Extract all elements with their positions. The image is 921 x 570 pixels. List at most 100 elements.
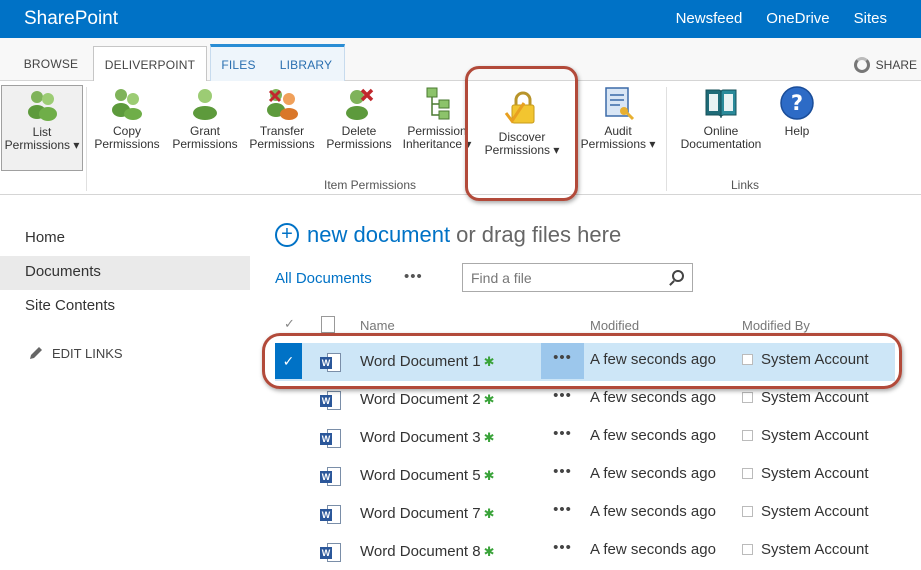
suite-link-sites[interactable]: Sites bbox=[854, 10, 887, 27]
user-icon bbox=[193, 89, 217, 120]
row-name-link[interactable]: Word Document 8 ✱ bbox=[360, 543, 495, 560]
search-icon[interactable] bbox=[672, 270, 684, 282]
row-modified-by[interactable]: System Account bbox=[742, 465, 869, 482]
row-modified-by[interactable]: System Account bbox=[742, 389, 869, 406]
online-documentation-button[interactable]: Online Documentation bbox=[672, 85, 770, 151]
table-row[interactable]: W Word Document 8 ✱ ••• A few seconds ago… bbox=[275, 533, 895, 570]
row-more-button[interactable]: ••• bbox=[541, 457, 584, 493]
word-file-icon: W bbox=[320, 467, 342, 486]
row-name-link[interactable]: Word Document 5 ✱ bbox=[360, 467, 495, 484]
row-name-link[interactable]: Word Document 3 ✱ bbox=[360, 429, 495, 446]
tab-browse[interactable]: BROWSE bbox=[14, 46, 88, 81]
new-item-icon: ✱ bbox=[483, 430, 495, 445]
word-file-icon: W bbox=[320, 543, 342, 562]
edit-links-label: EDIT LINKS bbox=[52, 345, 123, 361]
row-name-link[interactable]: Word Document 7 ✱ bbox=[360, 505, 495, 522]
permission-inheritance-line2: Inheritance ▾ bbox=[402, 137, 472, 151]
copy-permissions-line2: Permissions bbox=[94, 137, 160, 151]
drag-files-text: or drag files here bbox=[456, 222, 622, 247]
ribbon: List Permissions ▾ Copy Permissions Gran… bbox=[0, 81, 921, 195]
column-header-name[interactable]: Name bbox=[360, 318, 395, 333]
word-file-icon: W bbox=[320, 391, 342, 410]
book-icon bbox=[705, 89, 737, 119]
table-row[interactable]: W Word Document 5 ✱ ••• A few seconds ago… bbox=[275, 457, 895, 495]
search-placeholder: Find a file bbox=[471, 270, 532, 286]
new-item-icon: ✱ bbox=[483, 506, 495, 521]
ribbon-separator bbox=[86, 87, 87, 191]
users-icon bbox=[28, 91, 57, 121]
delete-permissions-line2: Permissions bbox=[326, 137, 392, 151]
suite-link-onedrive[interactable]: OneDrive bbox=[766, 10, 829, 27]
row-modified-by[interactable]: System Account bbox=[742, 541, 869, 558]
find-file-search[interactable]: Find a file bbox=[462, 263, 693, 292]
group-label-item-permissions: Item Permissions bbox=[324, 178, 417, 192]
hierarchy-icon bbox=[426, 87, 450, 120]
view-more-dots[interactable]: ••• bbox=[404, 268, 423, 285]
help-label: Help bbox=[784, 124, 810, 138]
table-row[interactable]: W Word Document 3 ✱ ••• A few seconds ago… bbox=[275, 419, 895, 457]
copy-permissions-button[interactable]: Copy Permissions bbox=[90, 85, 164, 151]
ribbon-tab-row: BROWSE DELIVERPOINT FILES LIBRARY bbox=[0, 38, 921, 82]
row-modified-by[interactable]: System Account bbox=[742, 427, 869, 444]
column-header-modified[interactable]: Modified bbox=[590, 318, 639, 333]
grant-permissions-line2: Permissions bbox=[172, 137, 238, 151]
column-header-modified-by[interactable]: Modified By bbox=[742, 318, 810, 333]
tab-files[interactable]: FILES bbox=[211, 47, 266, 82]
word-file-icon: W bbox=[320, 505, 342, 524]
row-modified: A few seconds ago bbox=[590, 389, 716, 406]
audit-permissions-line1: Audit bbox=[604, 124, 632, 138]
row-modified-by[interactable]: System Account bbox=[742, 503, 869, 520]
permission-inheritance-line1: Permission bbox=[407, 124, 467, 138]
new-document-link[interactable]: new document bbox=[307, 222, 450, 248]
presence-icon bbox=[742, 430, 753, 441]
edit-links-button[interactable]: EDIT LINKS bbox=[28, 345, 123, 361]
new-item-icon: ✱ bbox=[483, 392, 495, 407]
view-all-documents[interactable]: All Documents bbox=[275, 270, 372, 287]
row-modified: A few seconds ago bbox=[590, 541, 716, 558]
select-all-check[interactable]: ✓ bbox=[284, 316, 295, 332]
plus-circle-icon[interactable]: + bbox=[275, 223, 299, 247]
transfer-permissions-button[interactable]: Transfer Permissions bbox=[244, 85, 320, 151]
audit-permissions-button[interactable]: Audit Permissions ▾ bbox=[576, 85, 660, 151]
help-button[interactable]: ? Help bbox=[774, 85, 820, 138]
help-icon: ? bbox=[780, 86, 814, 120]
new-item-icon: ✱ bbox=[483, 468, 495, 483]
transfer-permissions-line2: Permissions bbox=[249, 137, 315, 151]
presence-icon bbox=[742, 392, 753, 403]
ribbon-separator bbox=[666, 87, 667, 191]
row-more-button[interactable]: ••• bbox=[541, 419, 584, 455]
delete-permissions-button[interactable]: Delete Permissions bbox=[322, 85, 396, 151]
share-button[interactable]: SHARE bbox=[853, 57, 917, 73]
new-item-icon: ✱ bbox=[483, 544, 495, 559]
row-more-button[interactable]: ••• bbox=[541, 533, 584, 569]
word-file-icon: W bbox=[320, 429, 342, 448]
svg-text:?: ? bbox=[791, 91, 803, 115]
grant-permissions-line1: Grant bbox=[189, 124, 220, 138]
row-modified: A few seconds ago bbox=[590, 427, 716, 444]
share-label: SHARE bbox=[875, 58, 917, 72]
nav-item-home[interactable]: Home bbox=[0, 222, 250, 256]
presence-icon bbox=[742, 506, 753, 517]
nav-item-site-contents[interactable]: Site Contents bbox=[0, 290, 250, 324]
tab-deliverpoint[interactable]: DELIVERPOINT bbox=[93, 46, 207, 82]
row-name-link[interactable]: Word Document 2 ✱ bbox=[360, 391, 495, 408]
document-type-header-icon bbox=[321, 316, 335, 333]
suite-link-newsfeed[interactable]: Newsfeed bbox=[676, 10, 743, 27]
transfer-users-icon bbox=[267, 89, 298, 120]
table-row[interactable]: W Word Document 7 ✱ ••• A few seconds ago… bbox=[275, 495, 895, 533]
copy-permissions-line1: Copy bbox=[112, 124, 141, 138]
row-more-button[interactable]: ••• bbox=[541, 495, 584, 531]
tab-library[interactable]: LIBRARY bbox=[268, 47, 344, 82]
audit-log-key-icon bbox=[605, 87, 635, 121]
selected-row-highlight-outline bbox=[262, 333, 902, 389]
list-permissions-button[interactable]: List Permissions ▾ bbox=[1, 85, 83, 171]
audit-permissions-line2: Permissions ▾ bbox=[580, 137, 656, 151]
new-document-bar: + new document or drag files here bbox=[275, 222, 621, 248]
online-documentation-line1: Online bbox=[703, 124, 739, 138]
brand-title[interactable]: SharePoint bbox=[24, 8, 118, 30]
online-documentation-line2: Documentation bbox=[680, 137, 762, 151]
nav-item-documents[interactable]: Documents bbox=[0, 256, 250, 290]
discover-highlight-outline bbox=[465, 66, 578, 201]
grant-permissions-button[interactable]: Grant Permissions bbox=[168, 85, 242, 151]
presence-icon bbox=[742, 544, 753, 555]
